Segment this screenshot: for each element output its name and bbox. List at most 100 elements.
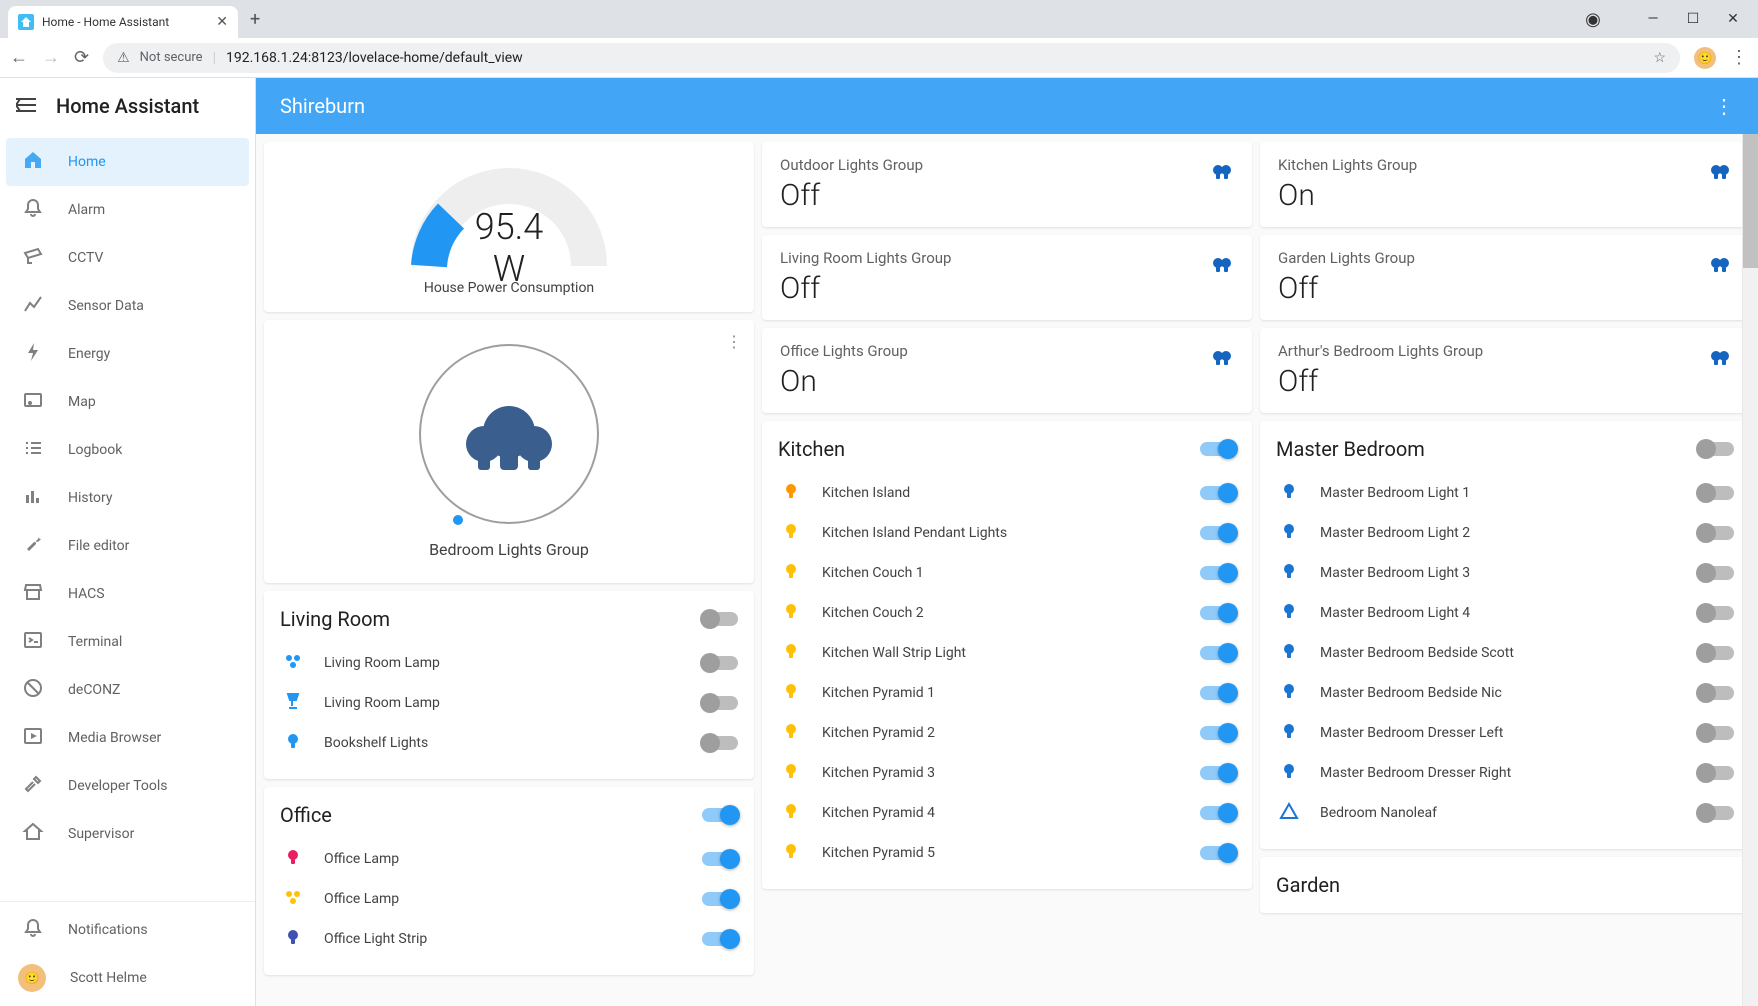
- bulb-icon[interactable]: [778, 800, 804, 826]
- sidebar-item-energy[interactable]: Energy: [6, 330, 249, 378]
- entity-name[interactable]: Master Bedroom Light 2: [1320, 525, 1680, 541]
- bulb-icon[interactable]: [1276, 640, 1302, 666]
- entity-name[interactable]: Kitchen Wall Strip Light: [822, 645, 1182, 661]
- bulb-icon[interactable]: [778, 520, 804, 546]
- card-toggle[interactable]: [1200, 442, 1236, 456]
- gauge-card[interactable]: 95.4 W House Power Consumption: [264, 142, 754, 312]
- entity-name[interactable]: Master Bedroom Bedside Nic: [1320, 685, 1680, 701]
- sidebar-item-history[interactable]: History: [6, 474, 249, 522]
- card-menu-icon[interactable]: ⋮: [726, 332, 742, 351]
- entity-toggle[interactable]: [702, 932, 738, 946]
- kebab-menu-icon[interactable]: ⋮: [1730, 47, 1748, 68]
- entity-toggle[interactable]: [1200, 726, 1236, 740]
- star-icon[interactable]: ☆: [1653, 50, 1666, 66]
- new-tab-button[interactable]: +: [250, 9, 260, 30]
- scrollbar[interactable]: [1742, 78, 1758, 1006]
- sidebar-item-hacs[interactable]: HACS: [6, 570, 249, 618]
- address-bar[interactable]: ⚠ Not secure | 192.168.1.24:8123/lovelac…: [103, 43, 1680, 73]
- entity-name[interactable]: Kitchen Island Pendant Lights: [822, 525, 1182, 541]
- close-window-button[interactable]: ✕: [1718, 4, 1748, 34]
- forward-button[interactable]: →: [42, 47, 60, 68]
- bulb-icon[interactable]: [778, 560, 804, 586]
- bulb-icon[interactable]: [778, 480, 804, 506]
- entity-name[interactable]: Bedroom Nanoleaf: [1320, 805, 1680, 821]
- bulb-icon[interactable]: [1276, 680, 1302, 706]
- sidebar-item-home[interactable]: Home: [6, 138, 249, 186]
- sidebar-item-sensor-data[interactable]: Sensor Data: [6, 282, 249, 330]
- entity-name[interactable]: Master Bedroom Light 4: [1320, 605, 1680, 621]
- light-group-icon[interactable]: [1708, 346, 1732, 372]
- entity-name[interactable]: Master Bedroom Light 3: [1320, 565, 1680, 581]
- group-card[interactable]: Office Lights GroupOn: [762, 328, 1252, 413]
- bulb-icon[interactable]: [1276, 480, 1302, 506]
- entity-name[interactable]: Kitchen Pyramid 3: [822, 765, 1182, 781]
- bulb-icon[interactable]: [1276, 760, 1302, 786]
- entity-name[interactable]: Living Room Lamp: [324, 655, 684, 671]
- header-kebab-icon[interactable]: ⋮: [1714, 94, 1734, 118]
- entity-toggle[interactable]: [1200, 566, 1236, 580]
- bulb-icon[interactable]: [280, 690, 306, 716]
- bulb-icon[interactable]: [1276, 520, 1302, 546]
- entity-toggle[interactable]: [1698, 526, 1734, 540]
- sidebar-item-alarm[interactable]: Alarm: [6, 186, 249, 234]
- light-group-icon[interactable]: [1708, 160, 1732, 186]
- maximize-button[interactable]: ☐: [1678, 4, 1708, 34]
- entity-toggle[interactable]: [1698, 566, 1734, 580]
- thermostat-card[interactable]: ⋮ Bedroom Lights Group: [264, 320, 754, 583]
- office-toggle[interactable]: [702, 808, 738, 822]
- entity-toggle[interactable]: [702, 656, 738, 670]
- browser-tab[interactable]: Home - Home Assistant ✕: [8, 6, 238, 38]
- group-card[interactable]: Kitchen Lights GroupOn: [1260, 142, 1750, 227]
- entity-name[interactable]: Office Lamp: [324, 851, 684, 867]
- entity-name[interactable]: Office Light Strip: [324, 931, 684, 947]
- entity-toggle[interactable]: [702, 852, 738, 866]
- entity-name[interactable]: Master Bedroom Dresser Right: [1320, 765, 1680, 781]
- bulb-icon[interactable]: [1276, 800, 1302, 826]
- entity-name[interactable]: Living Room Lamp: [324, 695, 684, 711]
- sidebar-item-media-browser[interactable]: Media Browser: [6, 714, 249, 762]
- entity-toggle[interactable]: [1200, 606, 1236, 620]
- sidebar-item-file-editor[interactable]: File editor: [6, 522, 249, 570]
- thermostat-ring-icon[interactable]: [419, 344, 599, 524]
- entity-toggle[interactable]: [1200, 806, 1236, 820]
- hamburger-icon[interactable]: [16, 97, 36, 116]
- profile-avatar-icon[interactable]: 🙂: [1694, 47, 1716, 69]
- bulb-icon[interactable]: [280, 730, 306, 756]
- sidebar-item-developer-tools[interactable]: Developer Tools: [6, 762, 249, 810]
- bulb-icon[interactable]: [280, 846, 306, 872]
- sidebar-item-notifications[interactable]: Notifications: [6, 906, 249, 954]
- sidebar-item-cctv[interactable]: CCTV: [6, 234, 249, 282]
- reload-button[interactable]: ⟳: [74, 47, 89, 68]
- sidebar-item-deconz[interactable]: deCONZ: [6, 666, 249, 714]
- bulb-icon[interactable]: [1276, 560, 1302, 586]
- entity-name[interactable]: Kitchen Couch 1: [822, 565, 1182, 581]
- bulb-icon[interactable]: [778, 680, 804, 706]
- entity-toggle[interactable]: [1698, 486, 1734, 500]
- bulb-icon[interactable]: [778, 600, 804, 626]
- entity-toggle[interactable]: [1200, 486, 1236, 500]
- sidebar-item-logbook[interactable]: Logbook: [6, 426, 249, 474]
- sidebar-item-scott-helme[interactable]: 🙂Scott Helme: [6, 954, 249, 1002]
- minimize-button[interactable]: ―: [1638, 4, 1668, 34]
- entity-toggle[interactable]: [1200, 766, 1236, 780]
- account-icon[interactable]: ◉: [1578, 4, 1608, 34]
- bulb-icon[interactable]: [280, 650, 306, 676]
- entity-toggle[interactable]: [1698, 606, 1734, 620]
- entity-toggle[interactable]: [1698, 766, 1734, 780]
- group-card[interactable]: Garden Lights GroupOff: [1260, 235, 1750, 320]
- entity-toggle[interactable]: [702, 736, 738, 750]
- group-card[interactable]: Living Room Lights GroupOff: [762, 235, 1252, 320]
- sidebar-item-terminal[interactable]: Terminal: [6, 618, 249, 666]
- bulb-icon[interactable]: [778, 840, 804, 866]
- bulb-icon[interactable]: [1276, 600, 1302, 626]
- bulb-icon[interactable]: [280, 926, 306, 952]
- bulb-icon[interactable]: [1276, 720, 1302, 746]
- entity-toggle[interactable]: [702, 696, 738, 710]
- entity-name[interactable]: Office Lamp: [324, 891, 684, 907]
- bulb-icon[interactable]: [778, 760, 804, 786]
- entity-name[interactable]: Kitchen Pyramid 2: [822, 725, 1182, 741]
- entity-name[interactable]: Master Bedroom Dresser Left: [1320, 725, 1680, 741]
- light-group-icon[interactable]: [1708, 253, 1732, 279]
- entity-toggle[interactable]: [1698, 726, 1734, 740]
- entity-name[interactable]: Master Bedroom Light 1: [1320, 485, 1680, 501]
